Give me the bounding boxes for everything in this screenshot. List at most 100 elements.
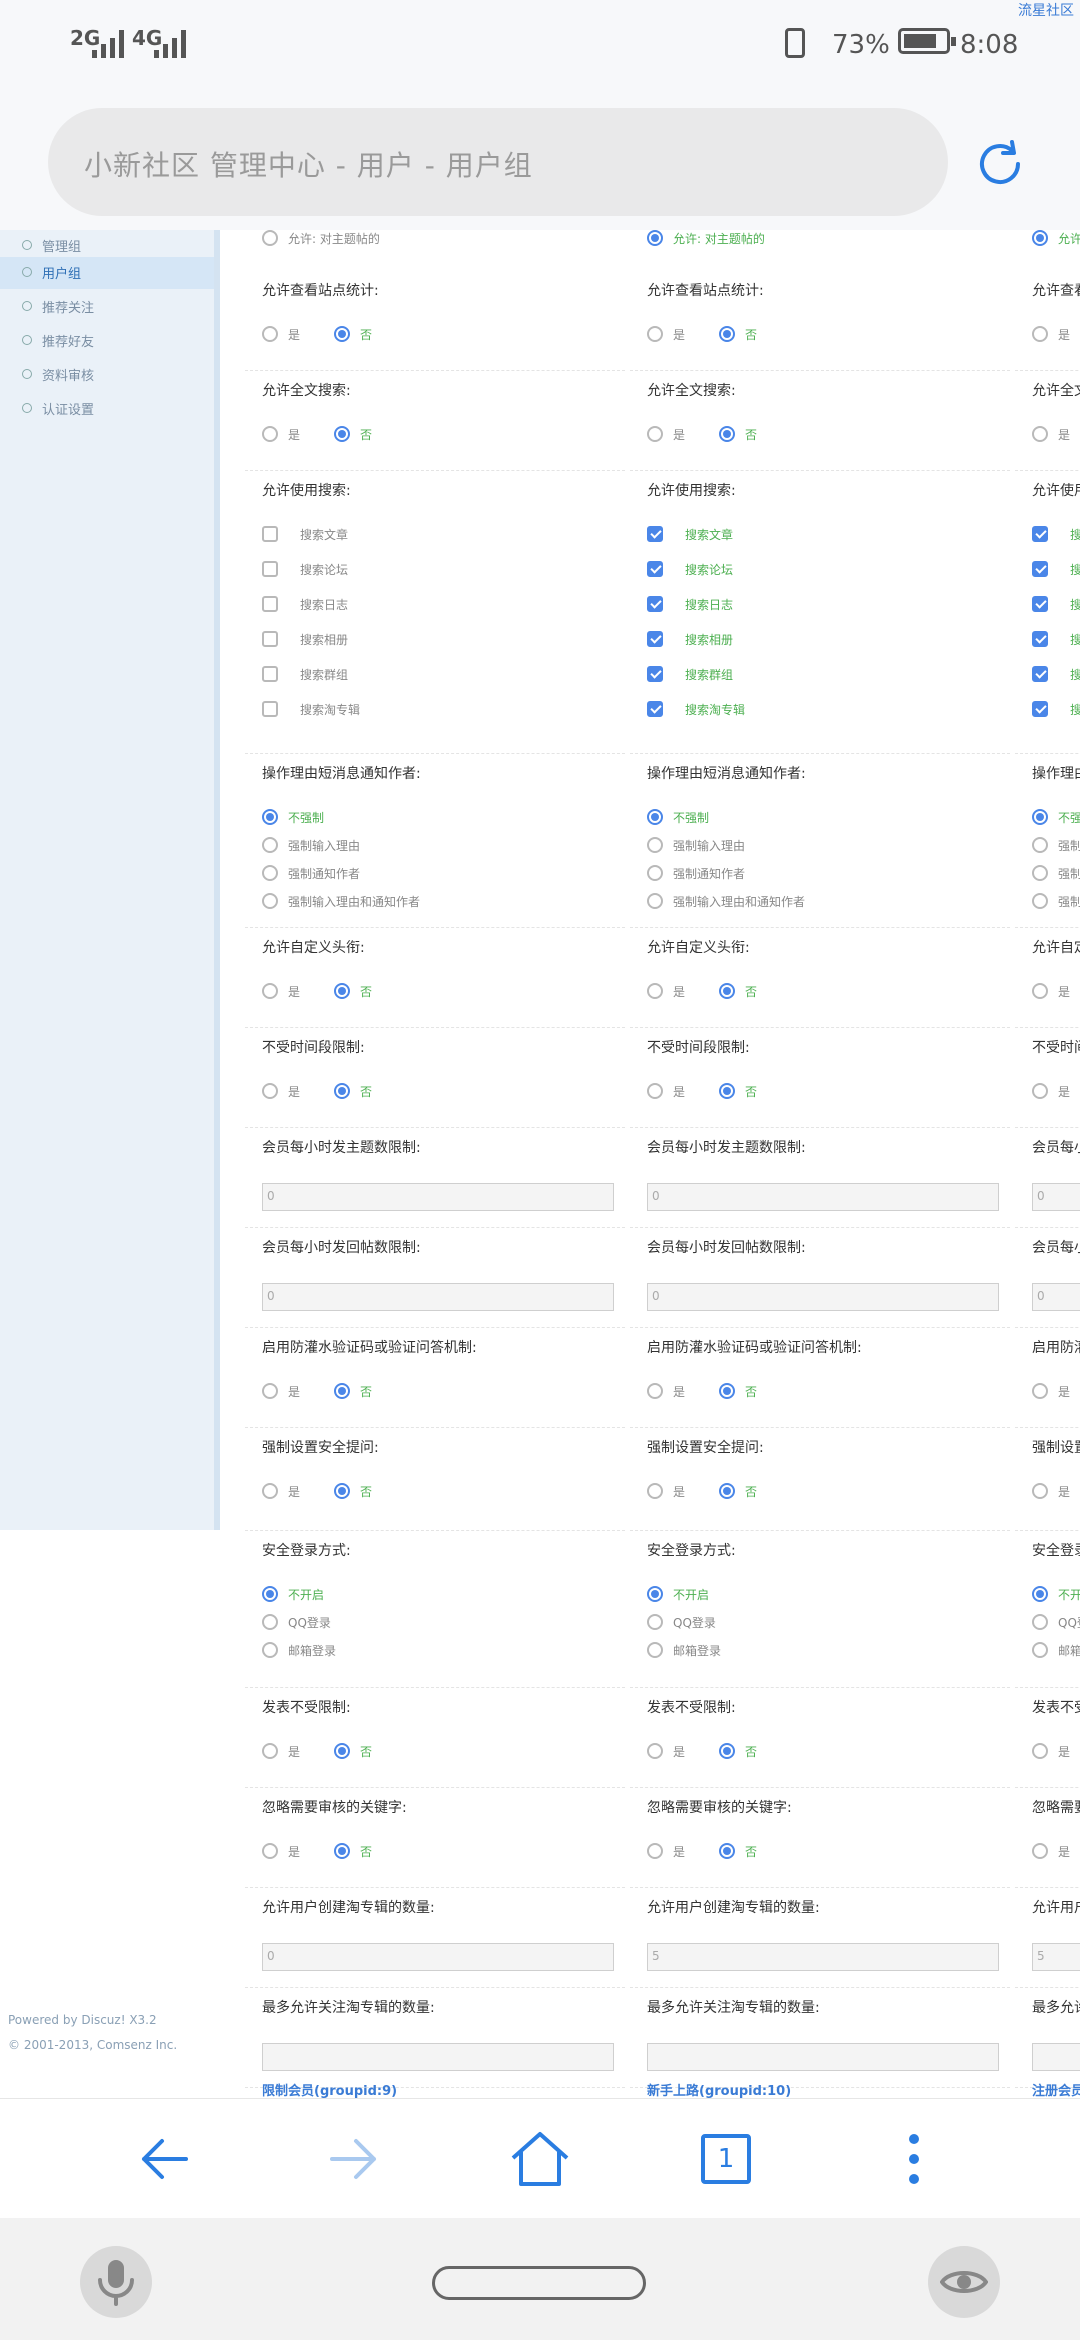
search-checkbox[interactable]: 搜索文章 (647, 522, 733, 546)
search-checkbox[interactable]: 搜索群组 (262, 662, 348, 686)
search-checkbox[interactable]: 搜索论坛 (647, 557, 733, 581)
radio-yes[interactable]: 是 (262, 1743, 300, 1760)
radio-yes[interactable]: 是 (262, 1843, 300, 1860)
radio-no[interactable]: 否 (719, 1483, 757, 1500)
search-checkbox[interactable]: 搜索日志 (647, 592, 733, 616)
radio-option[interactable]: 邮箱登录 (262, 1638, 336, 1662)
radio-yes[interactable]: 是 (262, 1483, 300, 1500)
radio-no[interactable]: 否 (719, 983, 757, 1000)
radio-yes[interactable]: 是 (647, 1843, 685, 1860)
number-input[interactable]: 0 (262, 1183, 614, 1211)
sidebar-scrollbar[interactable] (214, 230, 220, 1530)
search-checkbox[interactable]: 搜索日志 (1032, 592, 1080, 616)
radio-option[interactable]: 强制输入理由和通知作者 (262, 889, 420, 913)
number-input[interactable] (1032, 2043, 1080, 2071)
radio-yes[interactable]: 是 (647, 1383, 685, 1400)
radio-no[interactable]: 否 (719, 326, 757, 343)
search-checkbox[interactable]: 搜索淘专辑 (262, 697, 360, 721)
radio-no[interactable]: 否 (719, 1383, 757, 1400)
partial-option[interactable]: 允许: 对主题帖的 (1032, 230, 1080, 250)
search-checkbox[interactable]: 搜索相册 (1032, 627, 1080, 651)
search-checkbox[interactable]: 搜索文章 (1032, 522, 1080, 546)
radio-no[interactable]: 否 (334, 326, 372, 343)
number-input[interactable]: 0 (262, 1283, 614, 1311)
number-input[interactable]: 0 (647, 1183, 999, 1211)
radio-yes[interactable]: 是 (647, 1483, 685, 1500)
radio-no[interactable]: 否 (334, 983, 372, 1000)
voice-button[interactable] (80, 2246, 152, 2318)
eye-comfort-button[interactable] (928, 2246, 1000, 2318)
home-button[interactable] (500, 2119, 580, 2199)
radio-option[interactable]: 强制通知作者 (262, 861, 360, 885)
search-checkbox[interactable]: 搜索论坛 (1032, 557, 1080, 581)
radio-yes[interactable]: 是 (262, 1083, 300, 1100)
search-checkbox[interactable]: 搜索淘专辑 (1032, 697, 1080, 721)
search-checkbox[interactable]: 搜索相册 (647, 627, 733, 651)
radio-yes[interactable]: 是 (1032, 426, 1070, 443)
radio-yes[interactable]: 是 (262, 326, 300, 343)
forward-button[interactable] (314, 2119, 394, 2199)
radio-option[interactable]: 不强制 (1032, 805, 1080, 829)
radio-no[interactable]: 否 (334, 1743, 372, 1760)
radio-option[interactable]: 不开启 (262, 1582, 324, 1606)
sidebar-item-verify-settings[interactable]: 认证设置 (0, 393, 214, 425)
radio-option[interactable]: 邮箱登录 (1032, 1638, 1080, 1662)
radio-yes[interactable]: 是 (647, 983, 685, 1000)
corner-link[interactable]: 流星社区 (1018, 0, 1074, 20)
radio-yes[interactable]: 是 (262, 426, 300, 443)
sidebar-item-profile-review[interactable]: 资料审核 (0, 359, 214, 391)
sidebar-item-recommend-friends[interactable]: 推荐好友 (0, 325, 214, 357)
radio-no[interactable]: 否 (334, 1483, 372, 1500)
address-bar[interactable]: 小新社区 管理中心 - 用户 - 用户组 (48, 108, 948, 216)
radio-yes[interactable]: 是 (1032, 1083, 1070, 1100)
number-input[interactable]: 5 (1032, 1943, 1080, 1971)
radio-no[interactable]: 否 (334, 1383, 372, 1400)
radio-no[interactable]: 否 (334, 426, 372, 443)
radio-yes[interactable]: 是 (647, 326, 685, 343)
number-input[interactable]: 0 (1032, 1183, 1080, 1211)
radio-yes[interactable]: 是 (1032, 1483, 1070, 1500)
menu-button[interactable] (874, 2119, 954, 2199)
radio-option[interactable]: QQ登录 (647, 1610, 716, 1634)
sidebar-item-recommend-follow[interactable]: 推荐关注 (0, 291, 214, 323)
number-input[interactable] (262, 2043, 614, 2071)
number-input[interactable]: 5 (647, 1943, 999, 1971)
search-checkbox[interactable]: 搜索论坛 (262, 557, 348, 581)
radio-yes[interactable]: 是 (1032, 983, 1070, 1000)
radio-option[interactable]: 强制输入理由 (647, 833, 745, 857)
number-input[interactable]: 0 (647, 1283, 999, 1311)
radio-option[interactable]: QQ登录 (262, 1610, 331, 1634)
search-checkbox[interactable]: 搜索文章 (262, 522, 348, 546)
search-checkbox[interactable]: 搜索群组 (647, 662, 733, 686)
radio-yes[interactable]: 是 (1032, 1843, 1070, 1860)
back-button[interactable] (124, 2119, 204, 2199)
number-input[interactable]: 0 (262, 1943, 614, 1971)
radio-option[interactable]: 强制通知作者 (1032, 861, 1080, 885)
partial-option[interactable]: 允许: 对主题帖的 (647, 230, 765, 250)
radio-no[interactable]: 否 (719, 1083, 757, 1100)
search-checkbox[interactable]: 搜索相册 (262, 627, 348, 651)
radio-option[interactable]: 不开启 (647, 1582, 709, 1606)
radio-no[interactable]: 否 (334, 1083, 372, 1100)
radio-no[interactable]: 否 (719, 1843, 757, 1860)
radio-option[interactable]: 邮箱登录 (647, 1638, 721, 1662)
radio-option[interactable]: 强制通知作者 (647, 861, 745, 885)
search-checkbox[interactable]: 搜索群组 (1032, 662, 1080, 686)
radio-option[interactable]: 强制输入理由和通知作者 (1032, 889, 1080, 913)
radio-yes[interactable]: 是 (262, 983, 300, 1000)
tabs-button[interactable]: 1 (686, 2119, 766, 2199)
partial-option[interactable]: 允许: 对主题帖的 (262, 230, 380, 250)
radio-yes[interactable]: 是 (1032, 1743, 1070, 1760)
radio-no[interactable]: 否 (719, 426, 757, 443)
number-input[interactable]: 0 (1032, 1283, 1080, 1311)
radio-option[interactable]: 不强制 (262, 805, 324, 829)
radio-yes[interactable]: 是 (262, 1383, 300, 1400)
radio-yes[interactable]: 是 (647, 1743, 685, 1760)
radio-yes[interactable]: 是 (1032, 1383, 1070, 1400)
radio-option[interactable]: 不强制 (647, 805, 709, 829)
radio-no[interactable]: 否 (334, 1843, 372, 1860)
search-checkbox[interactable]: 搜索日志 (262, 592, 348, 616)
radio-option[interactable]: 强制输入理由和通知作者 (647, 889, 805, 913)
reload-icon[interactable] (972, 136, 1028, 192)
radio-option[interactable]: 强制输入理由 (1032, 833, 1080, 857)
